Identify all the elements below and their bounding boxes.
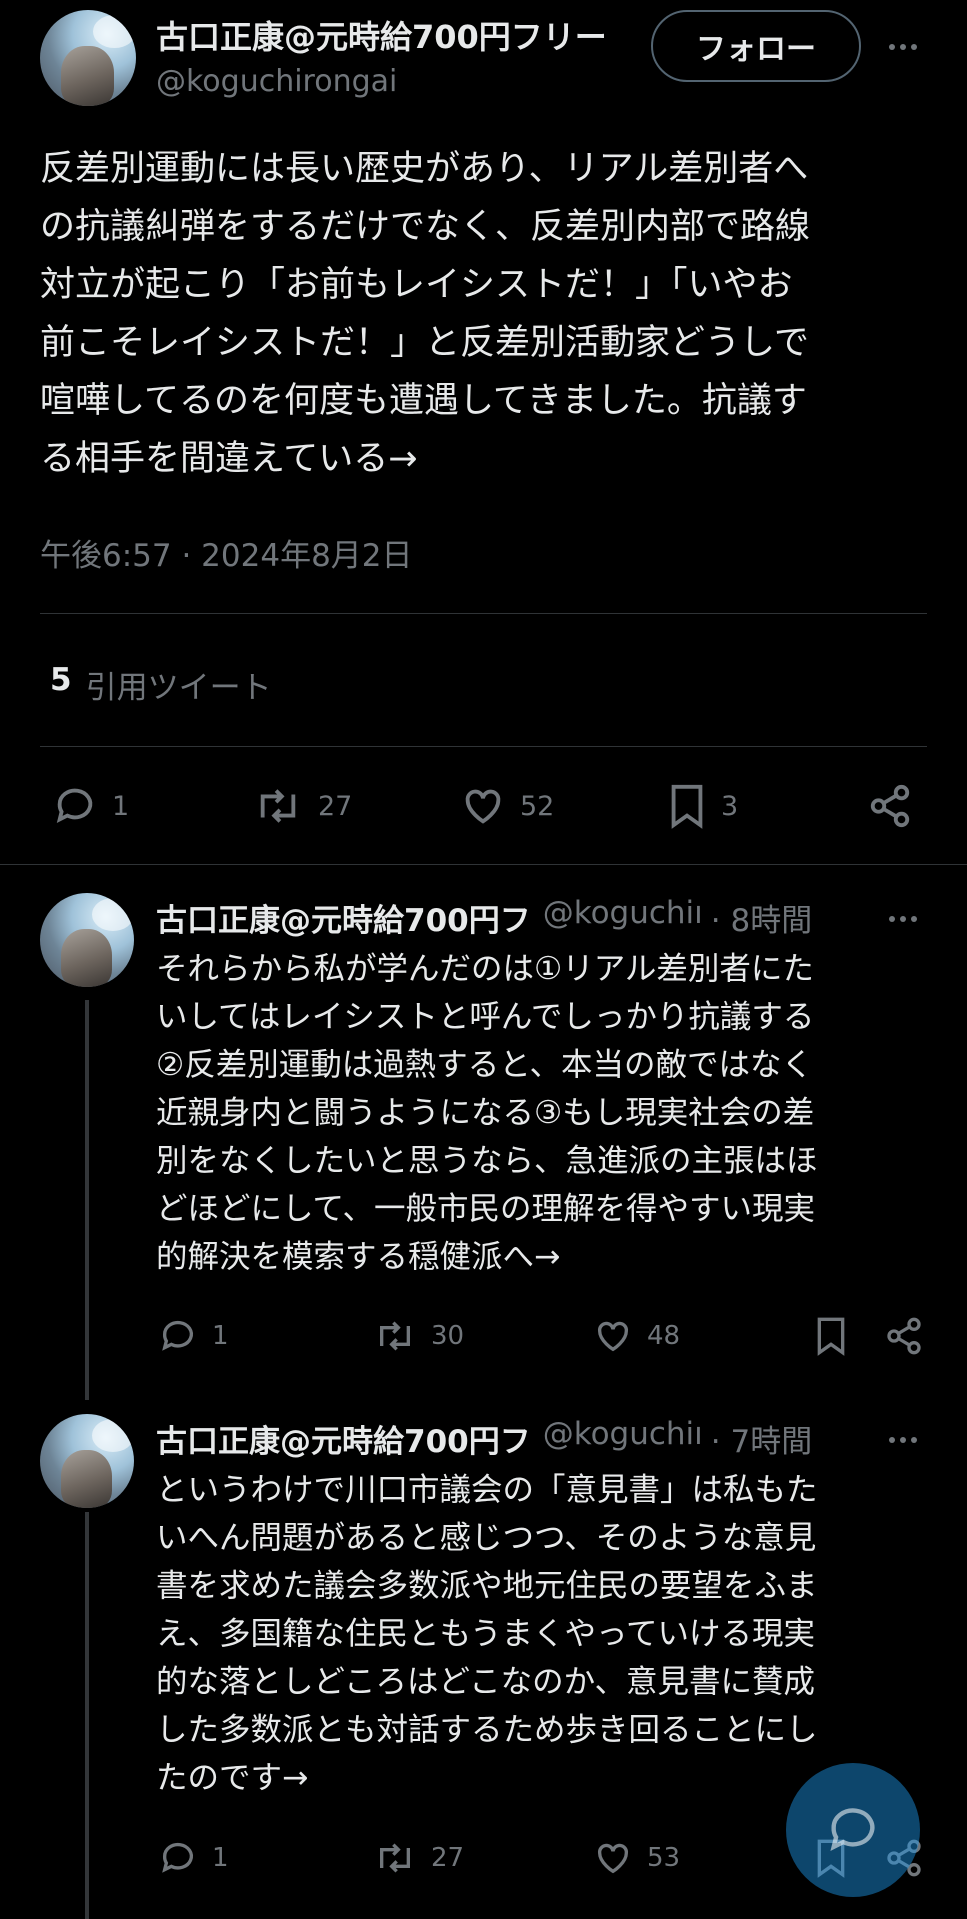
reply-count: 1 bbox=[212, 1321, 229, 1351]
reply-button[interactable]: 1 bbox=[158, 1316, 229, 1356]
quote-tweets-link[interactable]: 5 引用ツイート bbox=[50, 662, 272, 707]
thread-line bbox=[85, 1512, 89, 1919]
thread-line bbox=[85, 1000, 89, 1400]
follow-button[interactable]: フォロー bbox=[651, 10, 861, 82]
compose-reply-button[interactable] bbox=[786, 1763, 920, 1897]
like-icon bbox=[597, 1843, 629, 1874]
bookmark-button[interactable]: 3 bbox=[667, 783, 738, 829]
like-button[interactable]: 53 bbox=[593, 1838, 680, 1878]
author-name[interactable]: 古口正康@元時給700円フリー bbox=[156, 12, 636, 58]
reply-button[interactable]: 1 bbox=[158, 1838, 229, 1878]
bookmark-count: 3 bbox=[721, 790, 739, 822]
tweet-text: 反差別運動には長い歴史があり、リアル差別者へ の抗議糾弾をするだけでなく、反差別… bbox=[40, 149, 811, 479]
retweet-count: 30 bbox=[431, 1321, 465, 1351]
like-count: 48 bbox=[647, 1321, 681, 1351]
reply-header: 古口正康@元時給700円フ @koguchiı · 8時間 bbox=[156, 895, 916, 939]
quote-count: 5 bbox=[50, 662, 72, 698]
retweet-icon bbox=[260, 789, 296, 823]
author-handle[interactable]: @koguchirongai bbox=[156, 64, 397, 99]
more-icon[interactable] bbox=[889, 44, 917, 50]
author-handle[interactable]: @koguchiı bbox=[543, 1416, 703, 1460]
like-count: 52 bbox=[520, 790, 555, 822]
bookmark-icon bbox=[817, 1317, 845, 1356]
reply-count: 1 bbox=[212, 1843, 229, 1873]
share-icon bbox=[887, 1317, 921, 1355]
quote-label: 引用ツイート bbox=[85, 670, 272, 706]
divider bbox=[40, 613, 927, 614]
retweet-count: 27 bbox=[318, 790, 353, 822]
reply-count: 1 bbox=[112, 790, 130, 822]
reply-text: というわけで川口市議会の「意見書」は私もた いへん問題があると感じつつ、そのよう… bbox=[156, 1472, 818, 1796]
like-button[interactable]: 52 bbox=[460, 783, 554, 829]
author-handle[interactable]: @koguchiı bbox=[543, 895, 703, 939]
compose-icon bbox=[830, 1808, 875, 1851]
like-icon bbox=[597, 1321, 629, 1352]
like-count: 53 bbox=[647, 1843, 681, 1873]
retweet-button[interactable]: 27 bbox=[373, 1838, 464, 1878]
like-button[interactable]: 48 bbox=[593, 1316, 680, 1356]
author-name[interactable]: 古口正康@元時給700円フ bbox=[156, 1416, 531, 1460]
reply-icon bbox=[56, 788, 93, 823]
reply-button[interactable]: 1 bbox=[52, 783, 129, 829]
retweet-count: 27 bbox=[431, 1843, 465, 1873]
retweet-button[interactable]: 30 bbox=[373, 1316, 464, 1356]
avatar[interactable] bbox=[40, 1414, 134, 1508]
like-icon bbox=[465, 789, 501, 824]
bookmark-icon bbox=[671, 784, 703, 829]
reply-icon bbox=[162, 1842, 193, 1873]
reply-time: · 8時間 bbox=[710, 903, 813, 939]
reply-time: · 7時間 bbox=[710, 1424, 813, 1460]
reply-icon bbox=[162, 1320, 193, 1351]
more-icon[interactable] bbox=[889, 1437, 917, 1443]
tweet-timestamp[interactable]: 午後6:57 · 2024年8月2日 bbox=[40, 530, 413, 575]
section-divider bbox=[0, 864, 967, 865]
reply-header: 古口正康@元時給700円フ @koguchiı · 7時間 bbox=[156, 1416, 916, 1460]
retweet-icon bbox=[380, 1843, 410, 1873]
avatar[interactable] bbox=[40, 893, 134, 987]
author-name[interactable]: 古口正康@元時給700円フ bbox=[156, 895, 531, 939]
avatar[interactable] bbox=[40, 10, 136, 106]
share-button[interactable] bbox=[884, 1316, 924, 1356]
more-icon[interactable] bbox=[889, 916, 917, 922]
bookmark-button[interactable] bbox=[814, 1316, 848, 1356]
divider bbox=[40, 746, 927, 747]
share-button[interactable] bbox=[867, 783, 913, 829]
share-icon bbox=[870, 784, 910, 828]
retweet-icon bbox=[380, 1321, 410, 1351]
follow-label: フォロー bbox=[696, 32, 816, 67]
retweet-button[interactable]: 27 bbox=[252, 783, 352, 829]
reply-text: それらから私が学んだのは①リアル差別者にた いしてはレイシストと呼んでしっかり抗… bbox=[156, 951, 818, 1275]
